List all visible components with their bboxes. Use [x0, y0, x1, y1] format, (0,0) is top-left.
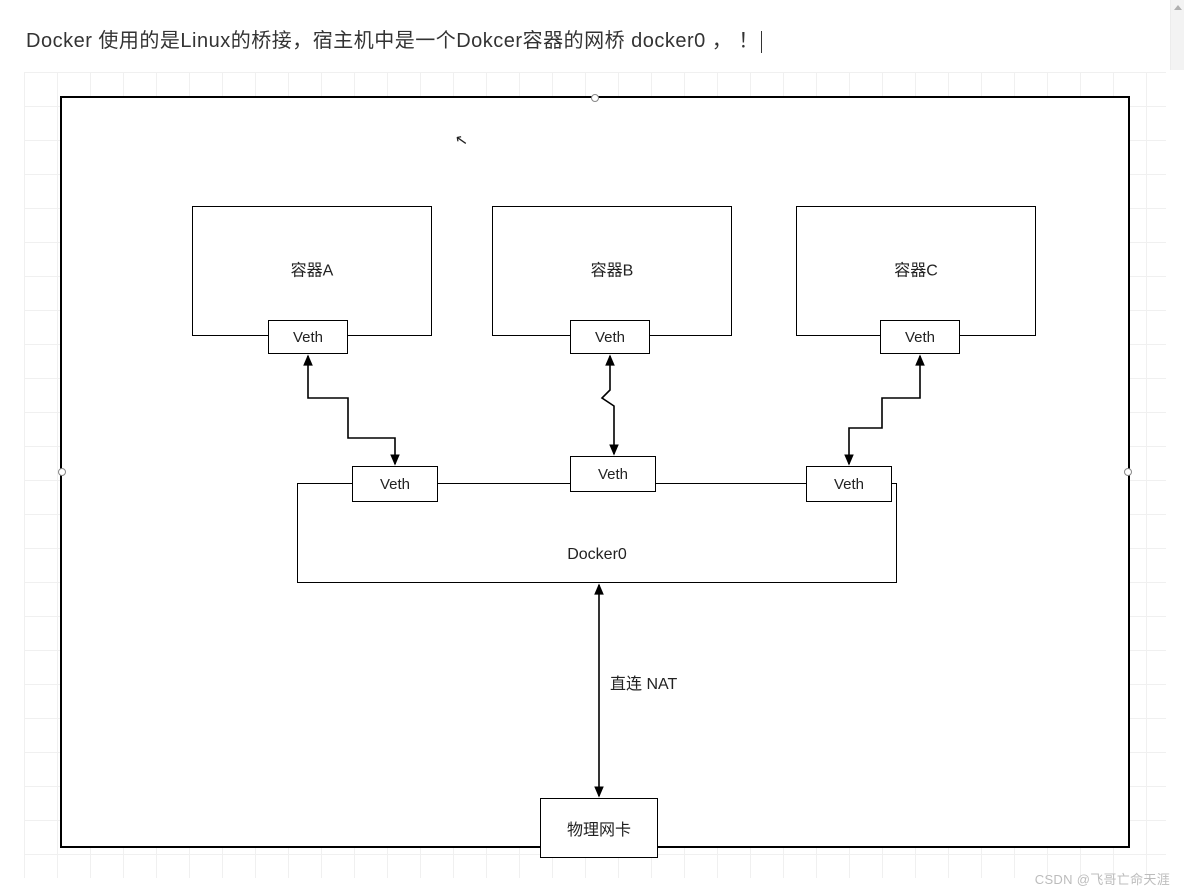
nat-label: 直连 NAT: [610, 670, 677, 694]
bridge-veth-a[interactable]: Veth: [352, 466, 438, 502]
text-cursor-icon: [761, 31, 762, 53]
container-c-label: 容器C: [894, 257, 938, 281]
caption-text: Docker 使用的是Linux的桥接，宿主机中是一个Dokcer容器的网桥 d…: [26, 30, 759, 52]
nic-label: 物理网卡: [567, 816, 631, 840]
resize-handle-right[interactable]: [1124, 468, 1132, 476]
diagram-canvas[interactable]: ↖ 容器A Veth 容器B Veth 容器C Veth Docker0 Vet…: [24, 72, 1166, 878]
veth-label: Veth: [905, 329, 935, 346]
outer-frame[interactable]: ↖ 容器A Veth 容器B Veth 容器C Veth Docker0 Vet…: [60, 96, 1130, 848]
watermark-text: CSDN @飞哥亡命天涯: [1035, 869, 1170, 888]
container-b-label: 容器B: [591, 257, 634, 281]
veth-label: Veth: [293, 329, 323, 346]
veth-label: Veth: [595, 329, 625, 346]
veth-label: Veth: [380, 476, 410, 493]
physical-nic-box[interactable]: 物理网卡: [540, 798, 658, 858]
bridge-veth-c[interactable]: Veth: [806, 466, 892, 502]
page-caption: Docker 使用的是Linux的桥接，宿主机中是一个Dokcer容器的网桥 d…: [26, 24, 762, 53]
container-a-box[interactable]: 容器A: [192, 206, 432, 336]
resize-handle-top[interactable]: [591, 94, 599, 102]
container-c-veth[interactable]: Veth: [880, 320, 960, 354]
resize-handle-left[interactable]: [58, 468, 66, 476]
container-a-veth[interactable]: Veth: [268, 320, 348, 354]
container-b-veth[interactable]: Veth: [570, 320, 650, 354]
container-c-box[interactable]: 容器C: [796, 206, 1036, 336]
bridge-label: Docker0: [567, 546, 627, 564]
veth-label: Veth: [834, 476, 864, 493]
bridge-veth-b[interactable]: Veth: [570, 456, 656, 492]
scrollbar[interactable]: [1170, 0, 1184, 70]
mouse-cursor-icon: ↖: [454, 130, 470, 150]
container-a-label: 容器A: [291, 257, 334, 281]
container-b-box[interactable]: 容器B: [492, 206, 732, 336]
veth-label: Veth: [598, 466, 628, 483]
